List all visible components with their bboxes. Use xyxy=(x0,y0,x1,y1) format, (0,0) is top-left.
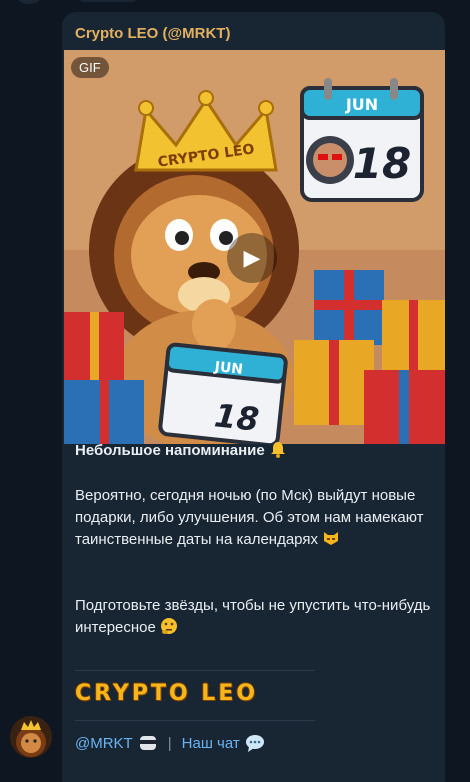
post-paragraph-2-text: Подготовьте звёзды, чтобы не упустить чт… xyxy=(75,597,431,636)
gif-badge: GIF xyxy=(71,57,109,78)
calendar-small: JUN 18 xyxy=(158,342,288,444)
post-paragraph-2: Подготовьте звёзды, чтобы не упустить чт… xyxy=(75,595,435,642)
mrkt-link[interactable]: @MRKT xyxy=(75,735,133,752)
chat-link[interactable]: Наш чат xyxy=(182,735,240,752)
bell-icon xyxy=(269,440,287,465)
previous-avatar-edge xyxy=(14,0,44,4)
smirk-cat-icon xyxy=(322,529,340,554)
calendar-large: JUN 18 xyxy=(300,78,424,202)
calendar-large-month: JUN xyxy=(345,95,378,114)
post-title-text: Небольшое напоминание xyxy=(75,442,265,459)
calendar-large-day: 18 xyxy=(353,139,411,188)
crypto-leo-logo: CRYPTO LEO xyxy=(75,681,259,706)
calendar-small-month: JUN xyxy=(213,359,244,378)
previous-bubble-edge xyxy=(78,0,138,2)
link-separator: | xyxy=(167,734,172,752)
footer-links: @MRKT | Наш чат xyxy=(75,734,265,752)
channel-avatar[interactable] xyxy=(10,716,52,758)
divider-top xyxy=(75,670,315,671)
sender-name[interactable]: Crypto LEO (@MRKT) xyxy=(75,25,230,42)
post-paragraph-1: Вероятно, сегодня ночью (по Мск) выйдут … xyxy=(75,485,435,554)
post-title: Небольшое напоминание xyxy=(75,440,435,465)
post-paragraph-1-text: Вероятно, сегодня ночью (по Мск) выйдут … xyxy=(75,487,424,548)
message-bubble: Crypto LEO (@MRKT) JUN 18 CRYPTO LEO JUN… xyxy=(62,12,445,782)
calendar-small-day: 18 xyxy=(213,396,261,438)
ninja-icon xyxy=(138,734,158,752)
gif-media[interactable]: JUN 18 CRYPTO LEO JUN 18 GIF ▶ xyxy=(64,50,445,444)
chat-bubble-icon xyxy=(245,734,265,752)
lion-crown-avatar-icon xyxy=(10,716,52,758)
play-button[interactable]: ▶ xyxy=(227,233,277,283)
divider-bottom xyxy=(75,720,315,721)
top-edge xyxy=(0,0,470,6)
thinking-face-icon xyxy=(160,617,178,642)
